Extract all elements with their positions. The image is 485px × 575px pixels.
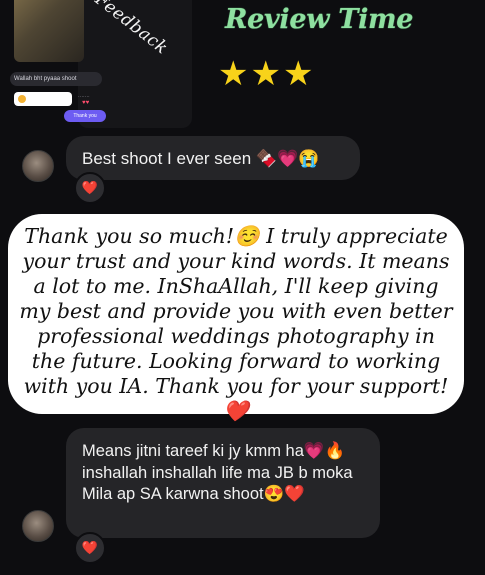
heart-reaction-icon[interactable]: ❤️ [74,532,106,564]
heart-reaction-icon[interactable]: ❤️ [74,172,106,204]
preview-sent-bubble: Thank you [64,110,106,122]
reply-text: Thank you so much!☺️ I truly appreciate … [19,224,453,423]
preview-caption: Wallah bht pyaaa shoot [10,72,102,86]
message-text: Means jitni tareef ki jy kmm ha💗🔥 inshal… [82,442,353,503]
preview-photo [14,0,84,62]
preview-hearts-icon: ♥♥ [82,100,90,106]
avatar[interactable] [22,150,54,182]
avatar[interactable] [22,510,54,542]
preview-emoji-icon [18,95,26,103]
page-title: Review Time [225,4,414,35]
message-text: Best shoot I ever seen 🍫💗😭 [82,149,320,168]
rating-stars: ★★★ [218,55,316,93]
